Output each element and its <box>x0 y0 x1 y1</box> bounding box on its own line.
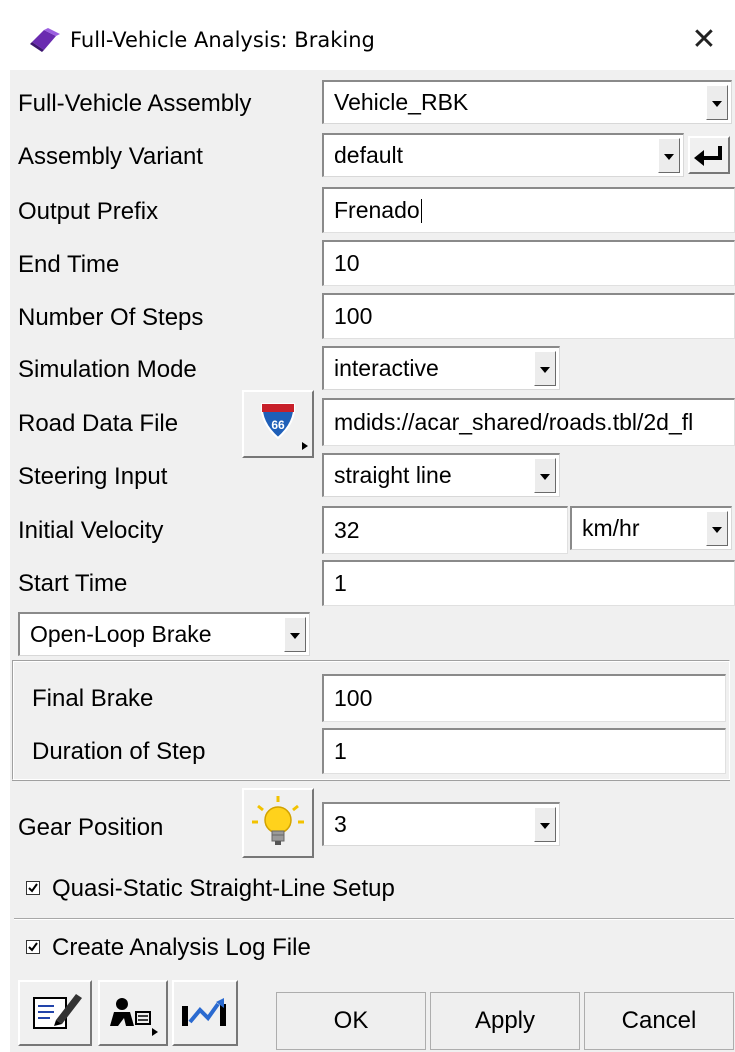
window-title: Full-Vehicle Analysis: Braking <box>70 28 375 52</box>
divider <box>14 918 734 920</box>
variant-label: Assembly Variant <box>18 143 203 170</box>
text-cursor <box>420 198 422 223</box>
sim-mode-dropdown[interactable]: interactive <box>322 346 560 390</box>
duration-input[interactable]: 1 <box>322 728 726 774</box>
adams-car-app-icon <box>30 26 62 52</box>
variant-value: default <box>334 142 404 168</box>
final-brake-input[interactable]: 100 <box>322 674 726 722</box>
velocity-input[interactable]: 32 <box>322 506 568 554</box>
start-time-label: Start Time <box>18 570 128 597</box>
chevron-down-icon[interactable] <box>706 85 728 120</box>
plot-signals-button[interactable] <box>172 980 238 1046</box>
steering-label: Steering Input <box>18 463 168 490</box>
road-file-label: Road Data File <box>18 410 179 437</box>
assembly-value: Vehicle_RBK <box>334 89 469 115</box>
brake-mode-value: Open-Loop Brake <box>30 621 212 647</box>
steps-input[interactable]: 100 <box>322 293 735 339</box>
log-file-checkbox[interactable] <box>26 940 40 954</box>
enter-arrow-icon <box>694 146 722 166</box>
velocity-unit-dropdown[interactable]: km/hr <box>570 506 732 550</box>
edit-notes-button[interactable] <box>18 980 92 1046</box>
title-bar: Full-Vehicle Analysis: Braking ✕ <box>0 0 735 78</box>
plot-signals-icon <box>182 998 226 1026</box>
cancel-button[interactable]: Cancel <box>584 992 734 1050</box>
end-time-input[interactable]: 10 <box>322 240 735 286</box>
road-file-input[interactable]: mdids://acar_shared/roads.tbl/2d_fl <box>322 398 735 446</box>
checkmark-icon <box>28 883 38 893</box>
duration-label: Duration of Step <box>32 738 206 765</box>
end-time-value: 10 <box>334 250 360 276</box>
checkmark-icon <box>28 942 38 952</box>
steps-value: 100 <box>334 303 373 329</box>
lightbulb-icon <box>252 796 304 845</box>
apply-variant-button[interactable] <box>688 136 730 174</box>
gear-value: 3 <box>334 811 347 837</box>
driver-settings-icon <box>110 998 158 1036</box>
steps-label: Number Of Steps <box>18 304 204 331</box>
start-time-input[interactable]: 1 <box>322 560 735 606</box>
duration-value: 1 <box>334 738 347 764</box>
assembly-dropdown[interactable]: Vehicle_RBK <box>322 80 732 124</box>
chevron-down-icon[interactable] <box>658 138 680 173</box>
brake-mode-dropdown[interactable]: Open-Loop Brake <box>18 612 310 656</box>
edit-notes-icon <box>33 994 82 1029</box>
start-time-value: 1 <box>334 570 347 596</box>
sim-mode-value: interactive <box>334 355 439 381</box>
assembly-label: Full-Vehicle Assembly <box>18 90 252 117</box>
chevron-down-icon[interactable] <box>706 511 728 546</box>
apply-button[interactable]: Apply <box>430 992 580 1050</box>
interstate-66-icon: 66 <box>260 403 308 450</box>
road-file-value: mdids://acar_shared/roads.tbl/2d_fl <box>334 409 694 435</box>
steering-value: straight line <box>334 462 452 488</box>
chevron-down-icon[interactable] <box>534 351 556 386</box>
gear-info-button[interactable] <box>242 788 314 858</box>
driver-settings-button[interactable] <box>98 980 168 1046</box>
velocity-label: Initial Velocity <box>18 517 164 544</box>
chevron-down-icon[interactable] <box>534 458 556 493</box>
output-prefix-value: Frenado <box>334 197 420 223</box>
chevron-down-icon[interactable] <box>284 617 306 652</box>
road-badge-text: 66 <box>271 418 285 432</box>
road-file-browse-button[interactable]: 66 <box>242 390 314 458</box>
steering-dropdown[interactable]: straight line <box>322 453 560 497</box>
ok-button[interactable]: OK <box>276 992 426 1050</box>
quasi-static-checkbox[interactable] <box>26 881 40 895</box>
final-brake-label: Final Brake <box>32 685 154 712</box>
velocity-value: 32 <box>334 517 360 543</box>
velocity-unit-value: km/hr <box>582 515 640 541</box>
close-icon[interactable]: ✕ <box>684 22 724 58</box>
gear-label: Gear Position <box>18 814 164 841</box>
end-time-label: End Time <box>18 251 120 278</box>
sim-mode-label: Simulation Mode <box>18 356 197 383</box>
output-prefix-input[interactable]: Frenado <box>322 187 735 233</box>
final-brake-value: 100 <box>334 685 373 711</box>
output-prefix-label: Output Prefix <box>18 198 159 225</box>
log-file-label: Create Analysis Log File <box>52 934 311 961</box>
gear-dropdown[interactable]: 3 <box>322 802 560 846</box>
chevron-down-icon[interactable] <box>534 807 556 842</box>
variant-dropdown[interactable]: default <box>322 133 684 177</box>
quasi-static-label: Quasi-Static Straight-Line Setup <box>52 875 395 902</box>
